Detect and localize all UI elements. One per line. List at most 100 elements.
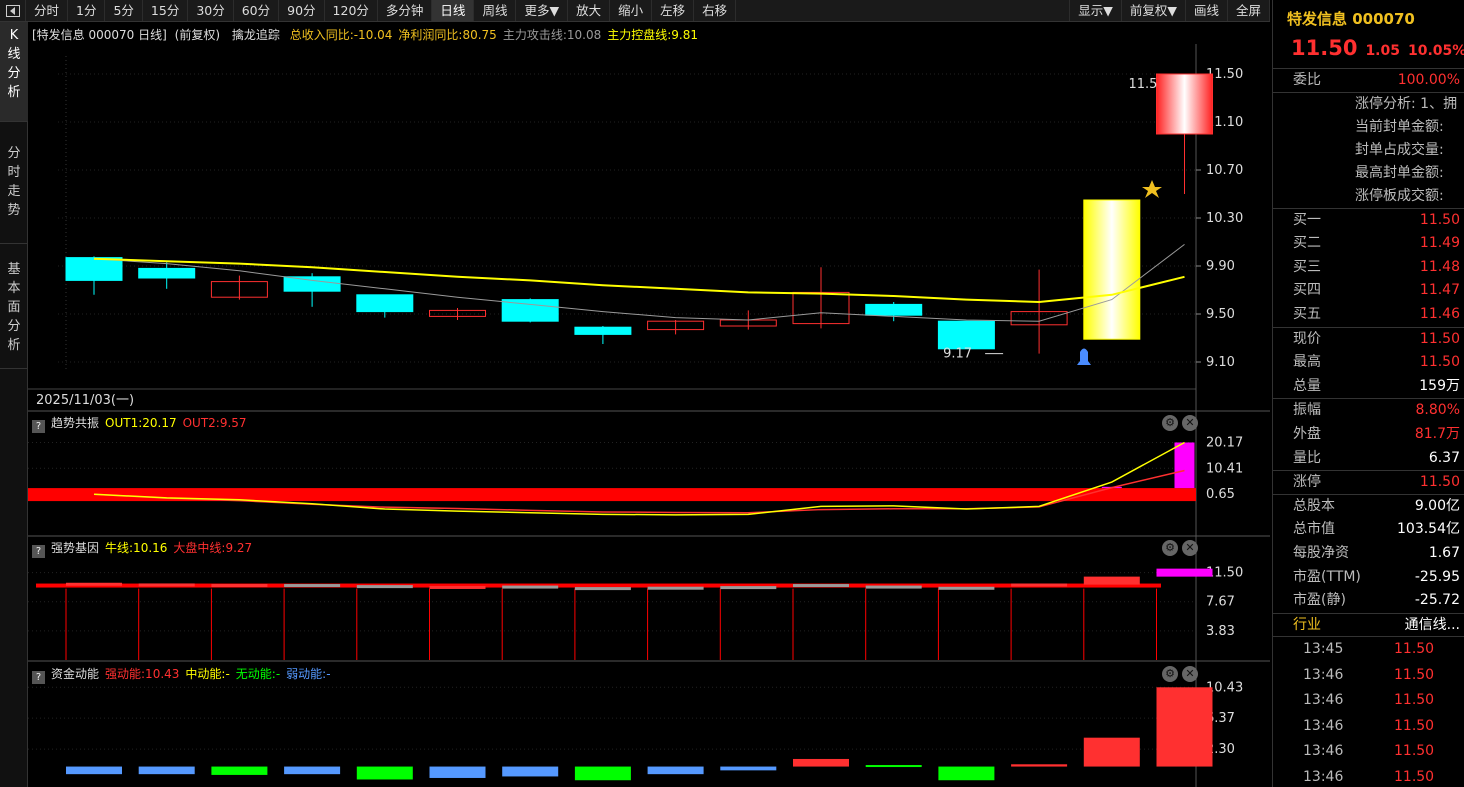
tick-row: 13:46 11.50 xyxy=(1273,688,1464,714)
quote-panel: 特发信息 000070 11.50 1.05 10.05% 委比 100.00%… xyxy=(1272,0,1464,787)
flow-bar xyxy=(938,766,995,781)
flow-bar xyxy=(502,766,559,777)
close-icon[interactable]: ✕ xyxy=(1182,540,1198,556)
bids-value: 11.48 xyxy=(1419,258,1460,275)
quote-label: 总量 xyxy=(1293,377,1321,394)
tick-time: 13:45 xyxy=(1303,641,1344,658)
help-icon[interactable]: ? xyxy=(32,545,45,558)
collapse-icon xyxy=(5,4,20,17)
gear-icon[interactable]: ⚙ xyxy=(1162,540,1178,556)
period-tab-10[interactable]: 周线 xyxy=(474,0,517,21)
quote-value: 159万 xyxy=(1419,377,1460,394)
fund-row: 每股净资 1.67 xyxy=(1273,542,1464,566)
flow-bar xyxy=(138,766,195,775)
fund-label: 总股本 xyxy=(1293,497,1335,514)
gene-bar xyxy=(574,587,631,591)
fund-label: 总市值 xyxy=(1293,521,1335,538)
tick-price: 11.50 xyxy=(1394,666,1435,683)
price-change: 1.05 xyxy=(1365,43,1400,59)
bids-row: 买一 11.50 xyxy=(1273,209,1464,233)
resonance-bar xyxy=(1174,442,1195,489)
indicator-value: OUT2:9.57 xyxy=(182,416,247,430)
period-tab-14[interactable]: 左移 xyxy=(652,0,695,21)
toolbar-right-3[interactable]: 全屏 xyxy=(1228,0,1270,21)
period-tab-7[interactable]: 120分 xyxy=(325,0,378,21)
gene-bar xyxy=(793,584,849,588)
y-tick-label: 9.10 xyxy=(1206,355,1235,370)
flow-bar xyxy=(793,758,849,767)
indicator-value: 净利润同比:80.75 xyxy=(398,28,497,42)
out1-line xyxy=(93,441,1185,516)
kline-chart[interactable]: 11.50 11.10 10.70 10.30 9.90 9.50 9.10 9.17 11.5… xyxy=(28,22,1270,787)
y-tick-label: 0.65 xyxy=(1206,487,1235,502)
help-icon[interactable]: ? xyxy=(32,420,45,433)
left-tab-2[interactable]: 基本面分析 xyxy=(0,244,28,369)
left-tabs: K线分析分时走势 基本面分析 xyxy=(0,22,28,787)
rocket-icon xyxy=(1077,348,1091,365)
period-tab-12[interactable]: 放大 xyxy=(568,0,611,21)
left-tab-1[interactable]: 分时走势 xyxy=(0,122,28,244)
left-tab-0[interactable]: K线分析 xyxy=(0,22,28,122)
period-tabs: 分时 1分 5分 15分 30分 60分 90分 120分 多分钟 日线 周线 更多▼ 放大 缩小 左移 右移 xyxy=(26,0,737,21)
ma-attack-line xyxy=(93,244,1185,322)
industry-value[interactable]: 通信线... xyxy=(1405,614,1460,638)
fund-row: 市盈(TTM) -25.95 xyxy=(1273,566,1464,590)
toolbar-right-1[interactable]: 前复权▼ xyxy=(1122,0,1186,21)
panel4-header: ? 资金动能 强动能:10.43 中动能:- 无动能:- 弱动能:- xyxy=(32,665,331,684)
panel3-name[interactable]: 强势基因 xyxy=(51,541,99,555)
gear-icon[interactable]: ⚙ xyxy=(1162,666,1178,682)
indicator-value: 主力攻击线:10.08 xyxy=(502,28,602,42)
indicator-value: 主力控盘线:9.81 xyxy=(607,28,698,42)
quote2-label: 外盘 xyxy=(1293,425,1321,442)
period-tab-13[interactable]: 缩小 xyxy=(610,0,653,21)
period-tab-2[interactable]: 5分 xyxy=(105,0,143,21)
gene-bar xyxy=(211,584,268,588)
bids-row: 买二 11.49 xyxy=(1273,232,1464,256)
quote2-row: 振幅 8.80% xyxy=(1273,399,1464,423)
period-tab-1[interactable]: 1分 xyxy=(68,0,106,21)
toolbar-right-2[interactable]: 画线 xyxy=(1186,0,1228,21)
panel4-name[interactable]: 资金动能 xyxy=(51,667,99,681)
period-tab-8[interactable]: 多分钟 xyxy=(378,0,433,21)
gene-bar xyxy=(1156,568,1213,577)
main-indicator[interactable]: 擒龙追踪 xyxy=(232,28,280,42)
period-tab-9[interactable]: 日线 xyxy=(432,0,475,21)
gene-bar xyxy=(865,585,922,589)
indicator-value: 中动能:- xyxy=(185,667,230,681)
tick-time: 13:46 xyxy=(1303,692,1344,709)
gear-icon[interactable]: ⚙ xyxy=(1162,415,1178,431)
quote-value: 11.50 xyxy=(1419,354,1460,371)
period-tab-3[interactable]: 15分 xyxy=(143,0,189,21)
left-tab-label: K线分析 xyxy=(7,28,21,100)
industry-label: 行业 xyxy=(1293,616,1321,633)
period-tab-5[interactable]: 60分 xyxy=(234,0,280,21)
collapse-button[interactable] xyxy=(0,0,26,21)
gene-bar xyxy=(502,585,559,589)
close-icon[interactable]: ✕ xyxy=(1182,666,1198,682)
panel2-name[interactable]: 趋势共振 xyxy=(51,416,99,430)
panel2-tools: ⚙ ✕ xyxy=(1162,414,1198,432)
period-tab-11[interactable]: 更多▼ xyxy=(516,0,569,21)
period-tab-4[interactable]: 30分 xyxy=(188,0,234,21)
star-icon xyxy=(1142,180,1162,198)
gene-bar xyxy=(720,586,777,590)
period-tab-0[interactable]: 分时 xyxy=(26,0,69,21)
price-change-pct: 10.05% xyxy=(1407,43,1464,59)
close-icon[interactable]: ✕ xyxy=(1182,415,1198,431)
period-tab-6[interactable]: 90分 xyxy=(279,0,325,21)
price-row: 11.50 1.05 10.05% xyxy=(1273,36,1464,68)
tick-price: 11.50 xyxy=(1394,692,1435,709)
bids-value: 11.49 xyxy=(1419,235,1460,252)
stock-title: 特发信息 000070 xyxy=(1287,10,1415,28)
flow-bar xyxy=(429,766,486,778)
fund-value: 103.54亿 xyxy=(1397,521,1460,538)
weibi-value: 100.00% xyxy=(1397,72,1460,88)
help-icon[interactable]: ? xyxy=(32,671,45,684)
candle-body xyxy=(574,326,632,335)
quote-row: 总量 159万 xyxy=(1273,375,1464,399)
limit-line: 封单占成交量: xyxy=(1355,141,1444,158)
period-tab-15[interactable]: 右移 xyxy=(694,0,737,21)
toolbar-right-0[interactable]: 显示▼ xyxy=(1070,0,1122,21)
y-tick-label: 9.50 xyxy=(1206,307,1235,322)
industry-row[interactable]: 行业 通信线... xyxy=(1273,612,1464,638)
